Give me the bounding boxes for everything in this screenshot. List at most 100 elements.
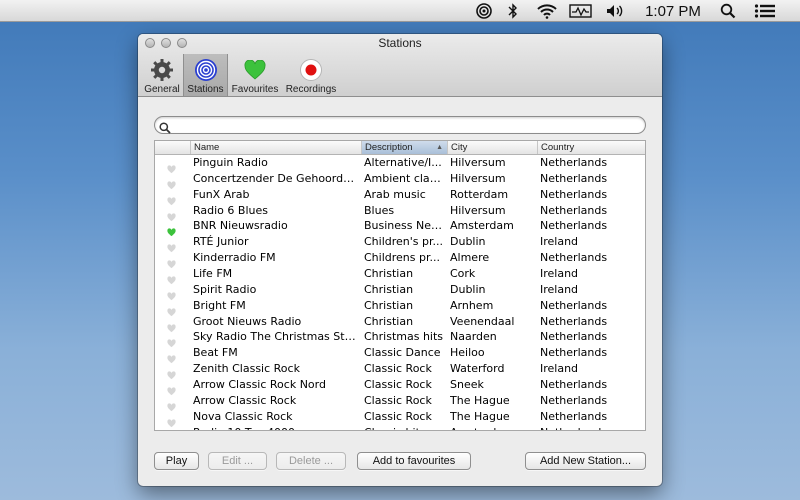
stations-table[interactable]: Name Description ▲ City Country Pinguin …: [154, 140, 646, 431]
cell-name: Radio 10 Top 4000: [193, 425, 359, 430]
table-header: Name Description ▲ City Country: [155, 141, 645, 155]
favourite-heart-icon[interactable]: [167, 222, 176, 237]
heart-icon: [242, 57, 268, 83]
table-row[interactable]: RTÉ Junior Children's pr... Dublin Ireland: [155, 234, 645, 253]
cell-description: Arab music: [364, 187, 426, 201]
toolbar-favourites[interactable]: Favourites: [230, 54, 280, 96]
cell-description: Classic Rock: [364, 378, 432, 392]
empty-heart-icon[interactable]: [167, 191, 176, 205]
cell-description: Childrens pr...: [364, 251, 440, 265]
target-status-icon[interactable]: [474, 2, 494, 20]
cell-name: Bright FM: [193, 298, 246, 312]
cell-country: Netherlands: [540, 378, 608, 392]
table-row[interactable]: Bright FM Christian Arnhem Netherlands: [155, 298, 645, 316]
table-row[interactable]: Spirit Radio Christian Dublin Ireland: [155, 282, 645, 301]
toolbar-label: General: [144, 84, 180, 95]
spotlight-search-icon[interactable]: [718, 2, 738, 20]
table-row[interactable]: Concertzender De Gehoorde... Ambient clas…: [155, 171, 645, 190]
cell-city: Dublin: [450, 282, 486, 296]
play-button[interactable]: Play: [154, 452, 199, 470]
activity-monitor-icon[interactable]: [568, 2, 594, 20]
column-header-name[interactable]: Name: [190, 141, 361, 154]
empty-heart-icon[interactable]: [167, 349, 176, 364]
empty-heart-icon[interactable]: [167, 254, 176, 269]
cell-city: Heiloo: [450, 346, 485, 360]
column-header-city[interactable]: City: [447, 141, 537, 154]
search-input[interactable]: [173, 118, 638, 132]
cell-city: Almere: [450, 251, 490, 265]
stations-window: Stations General Stations Favourites Rec…: [138, 34, 662, 486]
cell-description: Alternative/I...: [364, 156, 442, 169]
cell-country: Ireland: [540, 235, 579, 249]
toolbar-label: Recordings: [285, 84, 337, 95]
empty-heart-icon[interactable]: [167, 175, 176, 190]
cell-country: Ireland: [540, 267, 579, 281]
menu-bar: 1:07 PM: [0, 0, 800, 22]
empty-heart-icon[interactable]: [167, 207, 176, 221]
delete-button[interactable]: Delete ...: [276, 452, 346, 470]
empty-heart-icon[interactable]: [167, 381, 176, 396]
empty-heart-icon[interactable]: [167, 159, 176, 174]
cell-city: The Hague: [450, 393, 510, 407]
volume-icon[interactable]: [604, 2, 626, 20]
menubar-clock[interactable]: 1:07 PM: [640, 2, 706, 20]
table-row[interactable]: Nova Classic Rock Classic Rock The Hague Ne…: [155, 409, 645, 427]
table-row[interactable]: Beat FM Classic Dance Heiloo Netherlands: [155, 345, 645, 364]
cell-city: Cork: [450, 267, 476, 281]
toolbar-general[interactable]: General: [144, 54, 180, 96]
empty-heart-icon[interactable]: [167, 286, 176, 301]
table-row[interactable]: Radio 6 Blues Blues Hilversum Netherlands: [155, 203, 645, 221]
table-row[interactable]: FunX Arab Arab music Rotterdam Netherlands: [155, 187, 645, 205]
empty-heart-icon[interactable]: [167, 429, 176, 430]
gear-icon: [149, 57, 175, 83]
table-row[interactable]: Life FM Christian Cork Ireland: [155, 266, 645, 285]
table-row[interactable]: Pinguin Radio Alternative/I... Hilversum Ne…: [155, 155, 645, 174]
search-field[interactable]: [154, 116, 646, 134]
toolbar-recordings[interactable]: Recordings: [284, 54, 338, 96]
wifi-icon[interactable]: [534, 2, 560, 20]
table-row[interactable]: BNR Nieuwsradio Business News Amsterdam Net…: [155, 218, 645, 237]
table-row[interactable]: Arrow Classic Rock Classic Rock The Hague N…: [155, 393, 645, 412]
cell-description: Christian: [364, 298, 414, 312]
cell-name: Sky Radio The Christmas Station: [193, 330, 359, 344]
cell-name: Concertzender De Gehoorde...: [193, 171, 359, 185]
empty-heart-icon[interactable]: [167, 365, 176, 380]
empty-heart-icon[interactable]: [167, 238, 176, 253]
table-row[interactable]: Arrow Classic Rock Nord Classic Rock Sneek…: [155, 377, 645, 396]
empty-heart-icon[interactable]: [167, 397, 176, 412]
edit-button[interactable]: Edit ...: [208, 452, 267, 470]
cell-description: Business News: [364, 219, 445, 233]
empty-heart-icon[interactable]: [167, 270, 176, 285]
cell-city: Sneek: [450, 378, 484, 392]
table-row[interactable]: Kinderradio FM Childrens pr... Almere Nethe…: [155, 250, 645, 269]
empty-heart-icon[interactable]: [167, 302, 176, 316]
empty-heart-icon[interactable]: [167, 318, 176, 332]
cell-city: Naarden: [450, 330, 497, 344]
cell-description: Classic Rock: [364, 362, 432, 376]
toolbar-stations[interactable]: Stations: [183, 54, 228, 96]
column-header-country[interactable]: Country: [537, 141, 645, 154]
cell-city: Hilversum: [450, 171, 506, 185]
cell-description: Classic Rock: [364, 409, 432, 423]
cell-description: Children's pr...: [364, 235, 444, 249]
notification-center-icon[interactable]: [752, 2, 778, 20]
toolbar-label: Favourites: [231, 84, 279, 95]
table-row[interactable]: Sky Radio The Christmas Station Christmas…: [155, 329, 645, 348]
column-header-description[interactable]: Description ▲: [361, 141, 447, 154]
column-header-favourite[interactable]: [155, 141, 190, 154]
table-row[interactable]: Zenith Classic Rock Classic Rock Waterford…: [155, 361, 645, 380]
cell-country: Netherlands: [540, 171, 608, 185]
add-new-station-button[interactable]: Add New Station...: [525, 452, 646, 470]
cell-city: Arnhem: [450, 298, 494, 312]
cell-name: Arrow Classic Rock: [193, 393, 297, 407]
table-row[interactable]: Radio 10 Top 4000 Classic hits Amsterdam Ne…: [155, 425, 645, 430]
add-to-favourites-button[interactable]: Add to favourites: [357, 452, 471, 470]
cell-description: Ambient clas...: [364, 171, 445, 185]
table-row[interactable]: Groot Nieuws Radio Christian Veenendaal Net…: [155, 314, 645, 332]
bluetooth-icon[interactable]: [506, 2, 520, 20]
empty-heart-icon[interactable]: [167, 333, 176, 348]
cell-description: Christian: [364, 267, 414, 281]
cell-description: Classic Rock: [364, 393, 432, 407]
cell-name: Nova Classic Rock: [193, 409, 293, 423]
empty-heart-icon[interactable]: [167, 413, 176, 427]
